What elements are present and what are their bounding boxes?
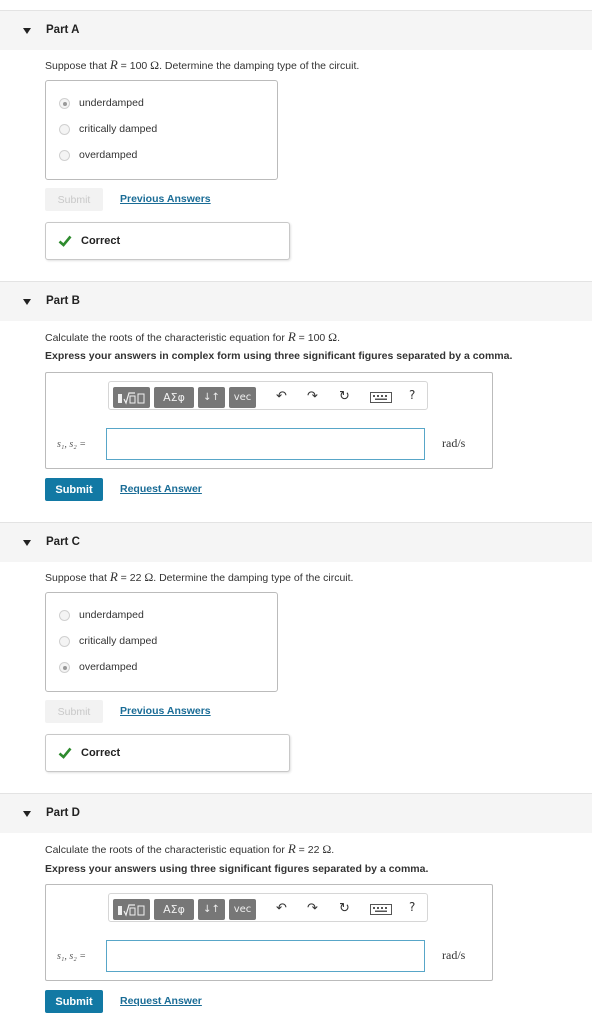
part-c-header[interactable]: Part C [0,522,592,562]
subscript-superscript-button[interactable]: ↓↑ [198,899,225,920]
templates-button[interactable] [113,387,150,408]
collapse-triangle-icon [23,811,31,817]
part-d-title: Part D [46,807,80,819]
choice-overdamped[interactable]: overdamped [59,147,137,163]
help-icon[interactable]: ? [409,388,415,402]
part-c-choices: underdamped critically damped overdamped [45,592,278,692]
answer-input[interactable] [106,940,425,972]
answer-label: s₁, s₂ = [57,439,86,450]
math-toolbar: ΑΣφ ↓↑ vec ↶ ↷ ↻ ? [108,381,428,410]
answer-input[interactable] [106,428,425,460]
vector-button[interactable]: vec [229,387,256,408]
part-a-title: Part A [46,24,80,36]
part-a-header[interactable]: Part A [0,10,592,50]
subscript-superscript-button[interactable]: ↓↑ [198,387,225,408]
keyboard-icon[interactable] [370,904,392,915]
radio[interactable] [59,149,70,161]
part-b-request-answer-link[interactable]: Request Answer [120,483,202,495]
radio-selected[interactable] [59,661,70,673]
part-d-request-answer-link[interactable]: Request Answer [120,995,202,1007]
redo-icon[interactable]: ↷ [307,901,318,916]
part-a-choices: underdamped critically damped overdamped [45,80,278,180]
radio[interactable] [59,123,70,135]
collapse-triangle-icon [23,299,31,305]
radio-selected[interactable] [59,97,70,109]
answer-label: s₁, s₂ = [57,951,86,962]
part-a-question: Suppose that R = 100 Ω. Determine the da… [45,57,360,72]
part-d-instruction: Express your answers using three signifi… [45,863,429,875]
choice-critically-damped[interactable]: critically damped [59,121,157,137]
part-a-feedback: Correct [45,222,290,260]
math-toolbar: ΑΣφ ↓↑ vec ↶ ↷ ↻ ? [108,893,428,922]
vector-button[interactable]: vec [229,899,256,920]
part-d-answer-area: ΑΣφ ↓↑ vec ↶ ↷ ↻ ? s₁, s₂ = rad/s [45,884,493,981]
keyboard-icon[interactable] [370,392,392,403]
templates-icon [117,903,144,917]
templates-button[interactable] [113,899,150,920]
collapse-triangle-icon [23,28,31,34]
part-b-header[interactable]: Part B [0,281,592,321]
redo-icon[interactable]: ↷ [307,389,318,404]
choice-underdamped[interactable]: underdamped [59,607,144,623]
choice-underdamped[interactable]: underdamped [59,95,144,111]
reset-icon[interactable]: ↻ [339,901,350,916]
part-d-header[interactable]: Part D [0,793,592,833]
choice-overdamped[interactable]: overdamped [59,659,137,675]
greek-symbols-button[interactable]: ΑΣφ [154,899,194,920]
checkmark-icon [58,235,72,247]
part-b-submit-button[interactable]: Submit [45,478,103,501]
answer-unit: rad/s [442,436,466,450]
radio[interactable] [59,635,70,647]
part-b-answer-area: ΑΣφ ↓↑ vec ↶ ↷ ↻ ? s₁, s₂ = rad/s [45,372,493,469]
part-c-question: Suppose that R = 22 Ω. Determine the dam… [45,569,354,584]
part-b-question: Calculate the roots of the characteristi… [45,329,341,344]
choice-critically-damped[interactable]: critically damped [59,633,157,649]
part-b-instruction: Express your answers in complex form usi… [45,350,513,362]
part-a-submit-button[interactable]: Submit [45,188,103,211]
radio[interactable] [59,609,70,621]
greek-symbols-button[interactable]: ΑΣφ [154,387,194,408]
part-c-submit-button[interactable]: Submit [45,700,103,723]
part-a-previous-answers-link[interactable]: Previous Answers [120,193,211,205]
reset-icon[interactable]: ↻ [339,389,350,404]
part-b-title: Part B [46,295,80,307]
part-c-previous-answers-link[interactable]: Previous Answers [120,705,211,717]
part-c-feedback: Correct [45,734,290,772]
undo-icon[interactable]: ↶ [276,901,287,916]
help-icon[interactable]: ? [409,900,415,914]
part-c-title: Part C [46,536,80,548]
collapse-triangle-icon [23,540,31,546]
templates-icon [117,391,144,405]
answer-unit: rad/s [442,948,466,962]
checkmark-icon [58,747,72,759]
part-d-question: Calculate the roots of the characteristi… [45,841,335,856]
undo-icon[interactable]: ↶ [276,389,287,404]
part-d-submit-button[interactable]: Submit [45,990,103,1013]
